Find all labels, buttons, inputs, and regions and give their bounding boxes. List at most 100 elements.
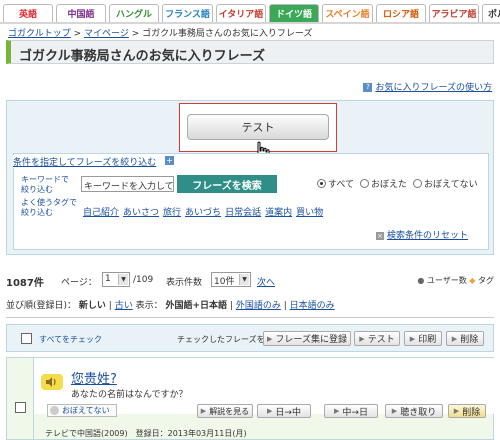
tab-hangul[interactable]: ハングル xyxy=(109,4,159,22)
listen-button[interactable]: ▶ 聴き取り xyxy=(385,404,443,418)
sort-oldest-link[interactable]: 古い xyxy=(115,301,133,311)
breadcrumb-home-link[interactable]: ゴガクルトップ xyxy=(8,29,71,39)
tag-link[interactable]: 旅行 xyxy=(163,205,181,218)
tag-link[interactable]: 道案内 xyxy=(265,205,292,218)
per-page-label: 表示件数 xyxy=(166,278,203,288)
page-select-value: 1 xyxy=(105,274,111,284)
tab-divider xyxy=(0,22,500,24)
keyword-input[interactable]: キーワードを入力して xyxy=(81,176,174,192)
tag-link[interactable]: あいづち xyxy=(185,205,221,218)
jp-to-cn-button[interactable]: ▶ 日→中 xyxy=(257,404,311,418)
face-icon xyxy=(50,406,59,415)
triangle-icon: ▶ xyxy=(409,334,416,343)
page-label: ページ： xyxy=(61,278,97,288)
tab-russian[interactable]: ロシア語 xyxy=(376,4,426,22)
radio-memorized[interactable]: おぼえた xyxy=(360,177,407,190)
jp-to-cn-button-label: 日→中 xyxy=(275,407,301,418)
radio-not-memorized[interactable]: おぼえてない xyxy=(413,177,478,190)
breadcrumb-separator: > xyxy=(131,29,140,39)
tab-portuguese[interactable]: ポル xyxy=(482,4,500,22)
usage-link[interactable]: ? お気に入りフレーズの使い方 xyxy=(363,80,492,93)
tab-french[interactable]: フランス語 xyxy=(162,4,213,22)
triangle-icon: ▶ xyxy=(359,334,365,343)
tab-spanish[interactable]: スペイン語 xyxy=(322,4,373,22)
tab-arabic[interactable]: アラビア語 xyxy=(429,4,479,22)
register-phrase-button[interactable]: ▶ フレーズ集に登録 xyxy=(263,331,351,346)
usage-link-label: お気に入りフレーズの使い方 xyxy=(375,83,492,93)
tab-chinese[interactable]: 中国語 xyxy=(56,4,106,22)
page-total: /109 xyxy=(133,275,154,285)
breadcrumb-mypage-link[interactable]: マイページ xyxy=(84,29,129,39)
explain-button[interactable]: ▶ 解説を見る xyxy=(197,404,253,418)
next-page-link[interactable]: 次へ xyxy=(257,275,275,288)
phrase-entry: 您贵姓? あなたの名前はなんですか？ おぼえてない ▶ 解説を見る ▶ 日→中 ▶ 中… xyxy=(6,357,495,440)
sort-label: 並び順(登録日)： xyxy=(6,301,77,311)
select-all-checkbox[interactable] xyxy=(21,333,32,344)
divider xyxy=(6,317,494,318)
triangle-icon: ▶ xyxy=(451,334,458,343)
per-page-select[interactable]: 10件 ▼ xyxy=(211,272,251,287)
display-both: 外国語+日本語 xyxy=(165,301,228,311)
test-button[interactable]: テスト xyxy=(187,114,329,140)
page-select[interactable]: 1 ▼ xyxy=(102,272,130,287)
checked-phrases-label: チェックしたフレーズを xyxy=(177,335,265,344)
tag-icon: ◆ xyxy=(469,276,476,285)
register-phrase-button-label: フレーズ集に登録 xyxy=(275,335,347,345)
tab-italian[interactable]: イタリア語 xyxy=(216,4,266,22)
keyword-filter-label: キーワードで 絞り込む xyxy=(21,175,69,194)
chinese-phrase-link[interactable]: 您贵姓? xyxy=(71,368,117,387)
legend-user-count: ユーザー数 xyxy=(426,276,467,285)
breadcrumb-separator: > xyxy=(73,29,82,39)
tab-german[interactable]: ドイツ語 xyxy=(269,4,319,22)
delete-phrase-button-label: 削除 xyxy=(462,407,481,418)
select-all-label[interactable]: すべてをチェック xyxy=(39,334,102,345)
speaker-icon[interactable] xyxy=(41,374,63,390)
close-icon: × xyxy=(376,231,384,240)
per-page-select-value: 10件 xyxy=(214,277,235,287)
display-divider: | xyxy=(283,301,287,311)
display-japanese-link[interactable]: 日本語のみ xyxy=(290,301,335,311)
display-foreign-link[interactable]: 外国語のみ xyxy=(236,301,281,311)
radio-all-dot xyxy=(317,179,326,188)
tab-english[interactable]: 英語 xyxy=(3,4,53,22)
triangle-icon: ▶ xyxy=(453,407,460,415)
phrase-checkbox[interactable] xyxy=(15,402,26,413)
cn-to-jp-button-label: 中→日 xyxy=(342,407,368,418)
tag-link[interactable]: 買い物 xyxy=(296,205,323,218)
triangle-icon: ▶ xyxy=(267,407,273,415)
page-title-bar: ゴガクル事務局さんのお気に入りフレーズ xyxy=(6,40,494,64)
sort-bar: 並び順(登録日)： 新しい | 古い 表示： 外国語+日本語 | 外国語のみ |… xyxy=(6,298,335,311)
memorized-status-button[interactable]: おぼえてない xyxy=(47,404,117,417)
cn-to-jp-button[interactable]: ▶ 中→日 xyxy=(324,404,378,418)
tag-link[interactable]: あいさつ xyxy=(123,205,159,218)
breadcrumb-current: ゴガクル事務局さんのお気に入りフレーズ xyxy=(142,29,313,39)
print-button[interactable]: ▶ 印刷 xyxy=(404,331,442,346)
display-divider: | xyxy=(229,301,233,311)
tag-filter-label: よく使うタグで 絞り込む xyxy=(21,198,77,217)
breadcrumb: ゴガクルトップ > マイページ > ゴガクル事務局さんのお気に入りフレーズ xyxy=(8,26,312,39)
condition-filter-link[interactable]: 条件を指定してフレーズを絞り込む xyxy=(13,155,160,168)
chevron-down-icon: ▼ xyxy=(118,274,128,285)
tag-link[interactable]: 自己紹介 xyxy=(83,205,119,218)
explain-button-label: 解説を見る xyxy=(209,406,250,416)
radio-memorized-label: おぼえた xyxy=(371,180,408,190)
display-label: 表示： xyxy=(135,301,163,311)
phrase-search-button[interactable]: フレーズを検索 xyxy=(177,175,277,193)
triangle-icon: ▶ xyxy=(200,407,207,415)
radio-all[interactable]: すべて xyxy=(317,177,354,190)
language-tabs: 英語 中国語 ハングル フランス語 イタリア語 ドイツ語 スペイン語 ロシア語 … xyxy=(0,0,500,24)
radio-not-memorized-label: おぼえてない xyxy=(424,180,478,190)
bulk-test-button[interactable]: ▶ テスト xyxy=(354,331,400,346)
radio-not-memorized-dot xyxy=(413,179,423,188)
legend-tag: タグ xyxy=(478,276,494,285)
delete-phrase-button[interactable]: ▶ 削除 xyxy=(448,404,486,418)
expand-plus-icon[interactable]: + xyxy=(165,156,174,165)
bulk-delete-button[interactable]: ▶ 削除 xyxy=(446,331,484,346)
print-button-label: 印刷 xyxy=(418,335,437,345)
reset-filter-link[interactable]: × 検索条件のリセット xyxy=(376,228,468,241)
listen-button-label: 聴き取り xyxy=(400,407,437,418)
chevron-down-icon: ▼ xyxy=(239,274,249,285)
triangle-icon: ▶ xyxy=(334,407,340,415)
tag-link[interactable]: 日常会話 xyxy=(225,205,261,218)
bulk-test-button-label: テスト xyxy=(367,335,395,345)
